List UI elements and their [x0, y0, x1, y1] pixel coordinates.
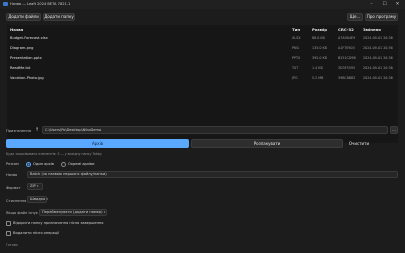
- delete-after-label[interactable]: Видалити після операції: [13, 231, 59, 235]
- table-row[interactable]: Presentation.pptx PPTX 395.0 KB B251CD9B…: [7, 54, 398, 64]
- file-type: XLSX: [292, 36, 301, 40]
- compression-label: Стиснення: [6, 199, 27, 203]
- file-modified: 2024-09-01 20:36: [363, 56, 393, 60]
- items-hint: Буде заархівовано елементів: 5 — у вихід…: [6, 152, 102, 156]
- file-size: 395.0 KB: [312, 56, 327, 60]
- open-folder-checkbox[interactable]: [6, 221, 11, 226]
- column-header-name[interactable]: Назва: [10, 27, 23, 32]
- file-crc: B251CD9B: [338, 56, 356, 60]
- delete-after-checkbox[interactable]: [6, 231, 11, 236]
- chevron-down-icon: ▾: [36, 184, 39, 188]
- about-button[interactable]: Про програму: [365, 13, 398, 21]
- mode-label: Режим: [6, 162, 19, 166]
- window-title: Назва — Leaft 2024 BETA 7821.1: [10, 2, 71, 6]
- compression-select[interactable]: Швидко ▾: [27, 196, 48, 203]
- clear-button[interactable]: Очистити: [345, 139, 373, 148]
- file-type: JPG: [292, 76, 298, 80]
- name-label: Назва: [6, 173, 18, 177]
- add-files-button[interactable]: Додати файли: [6, 13, 41, 21]
- column-header-crc[interactable]: CRC-32: [338, 27, 354, 32]
- mode-separate-label[interactable]: Окремі архіви: [68, 162, 94, 166]
- file-name: Diagram.png: [10, 46, 34, 50]
- maximize-button[interactable]: ☐: [378, 0, 391, 9]
- file-size: 135.0 KB: [312, 46, 327, 50]
- file-modified: 2024-09-01 20:36: [363, 76, 393, 80]
- file-type: PPTX: [292, 56, 301, 60]
- file-name: Budget-Forecast.xlsx: [10, 36, 48, 40]
- file-modified: 2024-09-01 20:36: [363, 46, 393, 50]
- when-exists-label: Якщо файл існує: [6, 211, 38, 215]
- close-button[interactable]: ✕: [391, 0, 404, 9]
- file-crc: A1F7E903: [338, 46, 355, 50]
- compression-value: Швидко: [30, 197, 46, 201]
- archive-button[interactable]: Архів: [6, 139, 189, 148]
- table-row[interactable]: Diagram.png PNG 135.0 KB A1F7E903 2024-0…: [7, 44, 398, 54]
- column-header-size[interactable]: Розмір: [312, 27, 327, 32]
- more-button[interactable]: Ще...: [347, 13, 363, 21]
- format-select[interactable]: ZIP ▾: [27, 183, 43, 190]
- column-header-type[interactable]: Тип: [292, 27, 300, 32]
- mode-separate-radio[interactable]: [61, 162, 66, 167]
- browse-button[interactable]: ...: [390, 126, 398, 134]
- table-row[interactable]: ReadMe.txt TXT 1.4 KB 3D3F5593 2024-09-0…: [7, 64, 398, 74]
- destination-input[interactable]: C:\Users\Po\Desktop\NikoDemo: [42, 126, 388, 134]
- app-icon: [3, 2, 8, 6]
- file-crc: A7A904E9: [338, 36, 356, 40]
- open-folder-label[interactable]: Відкрити папку призначення після заверше…: [13, 221, 103, 225]
- chevron-down-icon: ▾: [46, 197, 48, 201]
- file-crc: 3D3F5593: [338, 66, 356, 70]
- format-label: Формат: [6, 186, 21, 190]
- add-folder-button[interactable]: Додати папку: [43, 13, 75, 21]
- file-size: 88.0 KB: [312, 36, 325, 40]
- file-modified: 2024-09-01 20:36: [363, 66, 393, 70]
- extract-button[interactable]: Розпакувати: [191, 139, 343, 148]
- chevron-down-icon: ▾: [103, 210, 106, 214]
- archive-name-input[interactable]: Batch (за назвою першого файлу/папки): [27, 171, 398, 178]
- file-name: ReadMe.txt: [10, 66, 31, 70]
- table-row[interactable]: Vacation-Photo.jpg JPG 5.2 MB 39BC8B83 2…: [7, 74, 398, 84]
- file-type: TXT: [292, 66, 299, 70]
- minimize-button[interactable]: –: [365, 0, 378, 9]
- mode-single-radio[interactable]: [26, 162, 31, 167]
- table-row[interactable]: Budget-Forecast.xlsx XLSX 88.0 KB A7A904…: [7, 34, 398, 44]
- file-modified: 2024-09-01 20:36: [363, 36, 393, 40]
- status-text: Готово: [6, 243, 18, 247]
- file-type: PNG: [292, 46, 300, 50]
- file-name: Presentation.pptx: [10, 56, 42, 60]
- format-value: ZIP: [30, 184, 36, 188]
- file-size: 5.2 MB: [312, 76, 324, 80]
- file-size: 1.4 KB: [312, 66, 323, 70]
- folder-up-icon[interactable]: ↑: [33, 126, 41, 134]
- column-header-modified[interactable]: Змінено: [363, 27, 381, 32]
- file-crc: 39BC8B83: [338, 76, 356, 80]
- when-exists-select[interactable]: Перейменувати (додати номер) ▾: [39, 209, 107, 216]
- mode-single-label[interactable]: Один архів: [33, 162, 54, 166]
- file-name: Vacation-Photo.jpg: [10, 76, 44, 80]
- when-exists-value: Перейменувати (додати номер): [42, 210, 103, 214]
- destination-label: Призначення: [6, 129, 31, 133]
